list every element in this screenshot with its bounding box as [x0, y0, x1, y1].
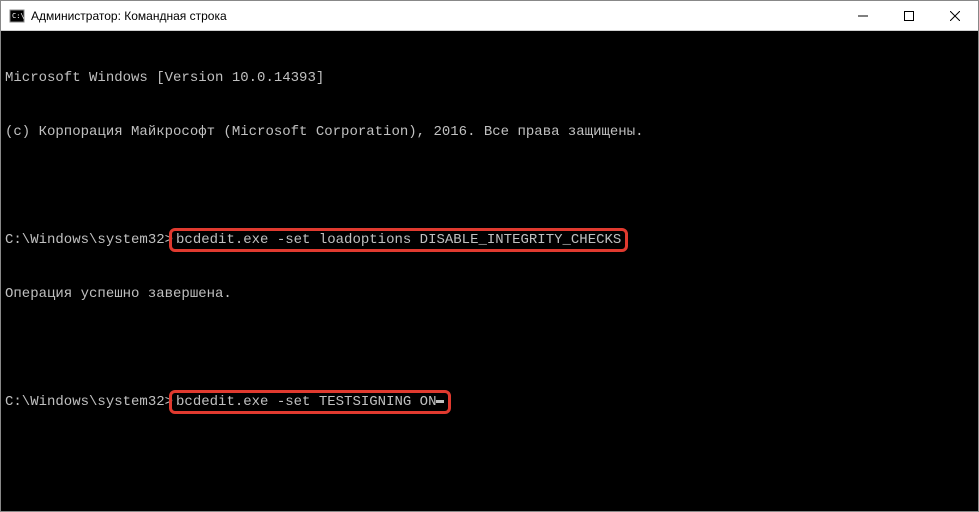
terminal-blank-line	[5, 177, 974, 195]
terminal-line: Microsoft Windows [Version 10.0.14393]	[5, 69, 974, 87]
minimize-icon	[858, 11, 868, 21]
prompt-text: C:\Windows\system32>	[5, 231, 173, 249]
close-icon	[950, 11, 960, 21]
minimize-button[interactable]	[840, 1, 886, 30]
maximize-icon	[904, 11, 914, 21]
command-text: bcdedit.exe -set TESTSIGNING ON	[176, 393, 436, 411]
terminal-line: (c) Корпорация Майкрософт (Microsoft Cor…	[5, 123, 974, 141]
os-version-text: Microsoft Windows [Version 10.0.14393]	[5, 69, 324, 87]
window-title: Администратор: Командная строка	[31, 9, 840, 23]
command-text: bcdedit.exe -set loadoptions DISABLE_INT…	[176, 231, 621, 249]
highlighted-command: bcdedit.exe -set loadoptions DISABLE_INT…	[169, 228, 628, 252]
maximize-button[interactable]	[886, 1, 932, 30]
highlighted-command: bcdedit.exe -set TESTSIGNING ON	[169, 390, 451, 414]
command-prompt-window: C:\ Администратор: Командная строка	[0, 0, 979, 512]
terminal-line: Операция успешно завершена.	[5, 285, 974, 303]
terminal-area[interactable]: Microsoft Windows [Version 10.0.14393] (…	[1, 31, 978, 511]
terminal-line: C:\Windows\system32>bcdedit.exe -set TES…	[5, 393, 974, 411]
close-button[interactable]	[932, 1, 978, 30]
prompt-text: C:\Windows\system32>	[5, 393, 173, 411]
terminal-blank-line	[5, 339, 974, 357]
window-controls	[840, 1, 978, 30]
svg-text:C:\: C:\	[12, 12, 25, 20]
titlebar[interactable]: C:\ Администратор: Командная строка	[1, 1, 978, 31]
copyright-text: (c) Корпорация Майкрософт (Microsoft Cor…	[5, 123, 644, 141]
app-icon: C:\	[9, 8, 25, 24]
text-cursor	[436, 400, 444, 403]
result-text: Операция успешно завершена.	[5, 285, 232, 303]
terminal-line: C:\Windows\system32>bcdedit.exe -set loa…	[5, 231, 974, 249]
